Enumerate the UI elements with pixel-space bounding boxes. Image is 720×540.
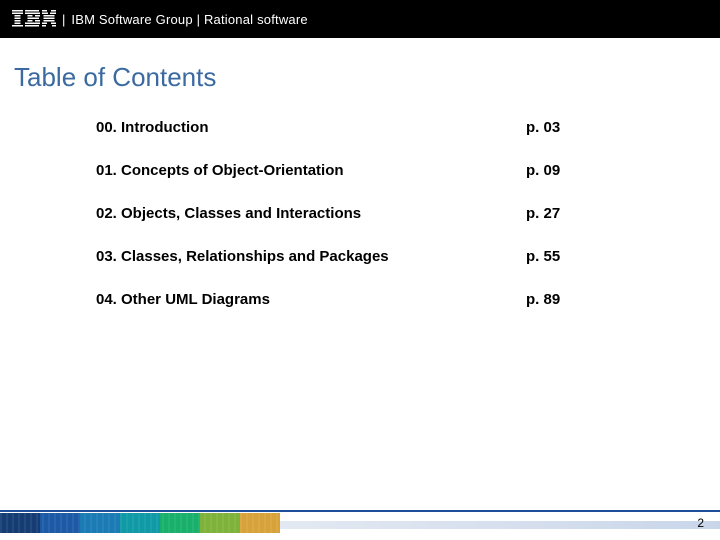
- header-text: IBM Software Group | Rational software: [71, 12, 307, 27]
- toc-entry-page: p. 89: [526, 291, 606, 308]
- footer-decoration: [0, 513, 720, 533]
- toc-row: 03. Classes, Relationships and Packages …: [96, 248, 656, 265]
- toc-entry-title: 03. Classes, Relationships and Packages: [96, 248, 526, 265]
- slide: | IBM Software Group | Rational software…: [0, 0, 720, 540]
- toc-entry-title: 04. Other UML Diagrams: [96, 291, 526, 308]
- toc-entry-page: p. 27: [526, 205, 606, 222]
- toc-entry-page: p. 03: [526, 119, 606, 136]
- toc-row: 04. Other UML Diagrams p. 89: [96, 291, 656, 308]
- page-title: Table of Contents: [0, 38, 720, 93]
- toc-row: 02. Objects, Classes and Interactions p.…: [96, 205, 656, 222]
- toc-entry-title: 01. Concepts of Object-Orientation: [96, 162, 526, 179]
- footer: 2: [0, 508, 720, 540]
- ibm-logo-icon: [12, 10, 56, 28]
- header-divider: |: [62, 12, 65, 27]
- toc-entry-page: p. 09: [526, 162, 606, 179]
- page-number: 2: [697, 516, 704, 530]
- toc-entry-title: 00. Introduction: [96, 119, 526, 136]
- header-bar: | IBM Software Group | Rational software: [0, 0, 720, 38]
- toc-row: 01. Concepts of Object-Orientation p. 09: [96, 162, 656, 179]
- toc-row: 00. Introduction p. 03: [96, 119, 656, 136]
- toc-list: 00. Introduction p. 03 01. Concepts of O…: [96, 119, 656, 308]
- toc-entry-page: p. 55: [526, 248, 606, 265]
- toc-entry-title: 02. Objects, Classes and Interactions: [96, 205, 526, 222]
